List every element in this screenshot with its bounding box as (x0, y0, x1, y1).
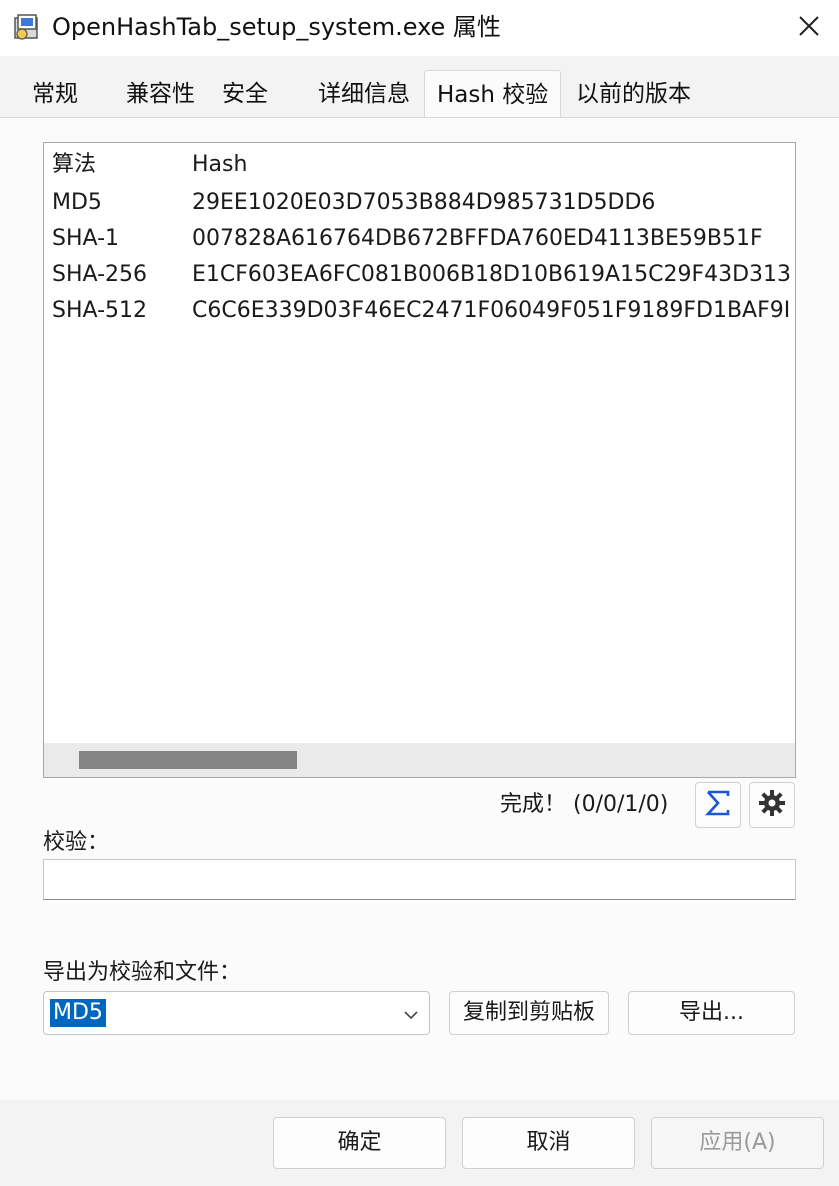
close-icon (798, 15, 820, 41)
close-button[interactable] (779, 0, 839, 56)
tab-security[interactable]: 安全 (216, 74, 274, 114)
tab-compatibility[interactable]: 兼容性 (120, 74, 201, 114)
list-item[interactable]: MD5 29EE1020E03D7053B884D985731D5DD6 (44, 185, 795, 221)
tab-strip: 常规 兼容性 安全 详细信息 Hash 校验 以前的版本 (0, 56, 839, 118)
verify-label: 校验： (43, 830, 110, 855)
tab-hash[interactable]: Hash 校验 (424, 70, 562, 118)
gear-icon (758, 789, 786, 821)
list-item[interactable]: SHA-1 007828A616764DB672BFFDA760ED4113BE… (44, 221, 795, 257)
algorithm-name: SHA-512 (52, 298, 148, 323)
title-bar: OpenHashTab_setup_system.exe 属性 (0, 0, 839, 56)
export-button[interactable]: 导出... (628, 991, 795, 1035)
hash-value: 007828A616764DB672BFFDA760ED4113BE59B51F (192, 226, 763, 251)
horizontal-scrollbar[interactable] (44, 743, 795, 777)
verify-input[interactable] (43, 859, 796, 900)
tab-details[interactable]: 详细信息 (312, 74, 416, 114)
hash-list[interactable]: 算法 Hash MD5 29EE1020E03D7053B884D985731D… (43, 142, 796, 778)
list-item[interactable]: SHA-512 C6C6E339D03F46EC2471F06049F051F9… (44, 293, 795, 329)
algorithm-select[interactable]: MD5 (43, 991, 430, 1035)
status-text: 完成！ (0/0/1/0) (500, 792, 669, 817)
export-label: 导出为校验和文件： (43, 960, 242, 985)
selected-algorithm: MD5 (50, 999, 106, 1027)
window-title: OpenHashTab_setup_system.exe 属性 (52, 13, 501, 41)
tab-previous-versions[interactable]: 以前的版本 (570, 74, 697, 114)
algorithm-name: MD5 (52, 190, 102, 215)
chevron-down-icon (403, 1006, 419, 1025)
copy-to-clipboard-button[interactable]: 复制到剪贴板 (449, 991, 609, 1035)
hash-value: C6C6E339D03F46EC2471F06049F051F9189FD1BA… (192, 298, 791, 323)
settings-button[interactable] (749, 782, 795, 828)
hash-value: E1CF603EA6FC081B006B18D10B619A15C29F43D3… (192, 262, 792, 287)
sum-button[interactable] (695, 782, 741, 828)
scrollbar-thumb[interactable] (79, 751, 297, 769)
hash-value: 29EE1020E03D7053B884D985731D5DD6 (192, 190, 656, 215)
properties-window: OpenHashTab_setup_system.exe 属性 常规 兼容性 安… (0, 0, 839, 1186)
algorithm-name: SHA-1 (52, 226, 120, 251)
tab-general[interactable]: 常规 (26, 74, 84, 114)
list-header: 算法 Hash (44, 147, 795, 183)
ok-button[interactable]: 确定 (273, 1117, 446, 1169)
apply-button[interactable]: 应用(A) (651, 1117, 824, 1169)
cancel-button[interactable]: 取消 (462, 1117, 635, 1169)
algorithm-name: SHA-256 (52, 262, 148, 287)
sigma-icon (703, 788, 733, 822)
list-item[interactable]: SHA-256 E1CF603EA6FC081B006B18D10B619A15… (44, 257, 795, 293)
column-header-algorithm[interactable]: 算法 (52, 147, 96, 183)
column-header-hash[interactable]: Hash (192, 147, 247, 183)
installer-app-icon (12, 12, 42, 42)
